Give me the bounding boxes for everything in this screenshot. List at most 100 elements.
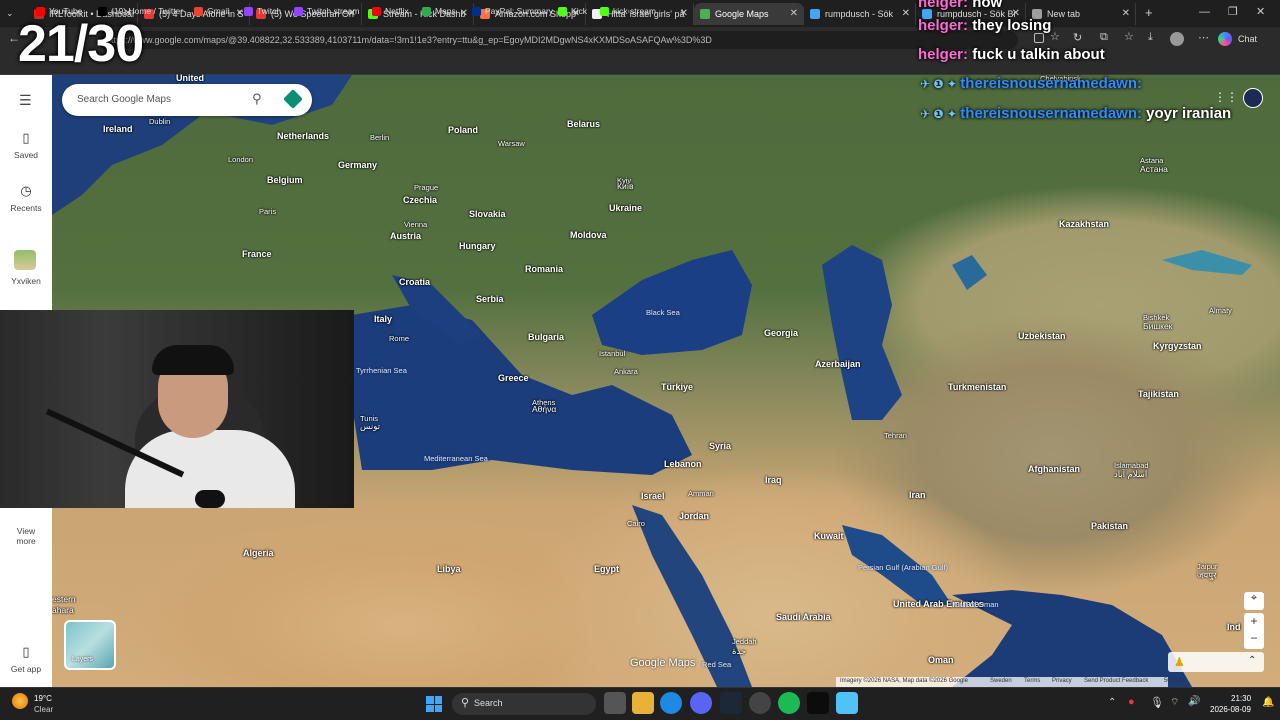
favorites-icon[interactable]: ☆ [1124, 30, 1134, 43]
windows-start-icon[interactable] [426, 696, 442, 712]
tab-list-icon[interactable]: ⌄ [6, 8, 14, 19]
map-footer-item[interactable]: Privacy [1052, 678, 1072, 684]
tab-close-icon[interactable]: ✕ [680, 8, 688, 19]
minimize-icon[interactable]: — [1199, 6, 1210, 18]
copilot-icon[interactable] [1218, 32, 1232, 46]
extensions-icon[interactable]: ⧉ [1100, 31, 1108, 44]
map-label-citie: Berlin [370, 133, 390, 142]
tab-close-icon[interactable]: ✕ [790, 8, 798, 19]
map-label-sea: Black Sea [646, 308, 680, 317]
obs-icon[interactable] [749, 692, 771, 714]
chat-label[interactable]: Chat [1238, 34, 1257, 44]
bookmark-label: Twitch [257, 6, 282, 16]
volume-icon[interactable]: 🔊 [1188, 696, 1200, 707]
tab-close-icon[interactable]: ✕ [460, 8, 468, 19]
map-label-sea: Mediterranean Sea [424, 454, 488, 463]
get-app-button[interactable]: ▯ Get app [0, 644, 52, 674]
tab-7[interactable]: rumpdusch - Sök ✕ [804, 3, 916, 25]
discord-icon[interactable] [690, 692, 712, 714]
zoom-out-button[interactable]: − [1244, 630, 1264, 647]
zoom-control[interactable]: + − [1244, 613, 1264, 649]
url-field[interactable]: https://www.google.com/maps/@39.408822,3… [98, 31, 1018, 49]
map-footer-item[interactable]: 500 km [1164, 678, 1184, 684]
tab-close-icon[interactable]: ✕ [1122, 8, 1130, 19]
yxviken-thumbnail[interactable] [14, 250, 36, 270]
refresh-icon[interactable]: ↻ [1073, 31, 1082, 44]
zoom-in-button[interactable]: + [1244, 613, 1264, 630]
new-tab-icon[interactable]: + [1145, 5, 1153, 20]
map-label-native: Αθήνα [532, 404, 557, 414]
steam-icon[interactable] [720, 692, 742, 714]
map-label-citie: Tehran [884, 431, 907, 440]
bookmark-5[interactable]: Netflix [372, 4, 409, 18]
bookmark-star-icon[interactable]: ☆ [1050, 30, 1060, 43]
profile-avatar[interactable] [1170, 32, 1184, 46]
map-label-countrie: Libya [437, 564, 461, 574]
notifications-icon[interactable]: 🔔 [1262, 697, 1274, 708]
map-label-native: اسلام آباد [1114, 469, 1148, 479]
bookmark-3[interactable]: Twitch [244, 4, 281, 18]
view-more-button[interactable]: View more [0, 526, 52, 546]
tray-app-icon[interactable]: ● [1128, 696, 1135, 708]
spotify-icon[interactable] [778, 692, 800, 714]
google-maps-logo: Google Maps [630, 657, 696, 669]
bookmark-4[interactable]: Twitch stream [294, 4, 359, 18]
task-view-icon[interactable] [604, 692, 626, 714]
my-location-icon[interactable]: ⌖ [1244, 592, 1264, 610]
map-label-countrie: Ireland [103, 124, 133, 134]
expand-icon[interactable]: ⌃ [1248, 655, 1256, 666]
map-footer-item[interactable]: Terms [1024, 678, 1040, 684]
map-label-countrie: France [242, 249, 272, 259]
bookmark-icon: ▯ [22, 130, 30, 145]
account-avatar[interactable] [1243, 88, 1263, 108]
edge-icon[interactable] [660, 692, 682, 714]
map-footer-item[interactable]: Sweden [990, 678, 1012, 684]
bookmark-label: Gmail [207, 6, 230, 16]
close-window-icon[interactable]: ✕ [1256, 5, 1265, 18]
weather-temp[interactable]: 19°C [34, 694, 52, 703]
bookmark-8[interactable]: Kick [558, 4, 587, 18]
map-label-sea: Red Sea [702, 660, 732, 669]
view-more-label-2: more [16, 536, 36, 546]
yxviken-label[interactable]: Yxviken [0, 276, 52, 286]
download-icon[interactable]: ⤓ [1148, 31, 1153, 44]
map-label-countrie: Saudi Arabia [776, 612, 831, 622]
search-icon[interactable]: ⚲ [252, 91, 262, 107]
maximize-icon[interactable]: ❐ [1228, 5, 1238, 18]
tab-title: rumpdusch - Sök [825, 9, 894, 19]
clock-time[interactable]: 21:30 [1231, 694, 1251, 703]
weather-icon[interactable] [12, 693, 28, 709]
map-label-countrie: Algeria [243, 548, 274, 558]
menu-icon[interactable]: ☰ [19, 92, 32, 109]
saved-button[interactable]: ▯ Saved [0, 130, 52, 160]
recents-button[interactable]: ◷ Recents [0, 183, 52, 213]
clock-date[interactable]: 2026-08-09 [1210, 705, 1251, 714]
webcam-overlay [0, 310, 354, 508]
bookmark-7[interactable]: PayPal: Summary [472, 4, 553, 18]
install-icon[interactable] [1034, 33, 1044, 43]
bookmark-label: kick stream [613, 6, 656, 16]
map-label-countrie: Slovakia [469, 209, 506, 219]
search-input[interactable]: Search Google Maps [77, 94, 171, 105]
weather-condition[interactable]: Clear [34, 705, 53, 714]
notepad-icon[interactable] [836, 692, 858, 714]
map-label-native: Астана [1140, 164, 1168, 174]
pegman-icon[interactable]: ♟ [1174, 655, 1185, 669]
tab-close-icon[interactable]: ✕ [902, 8, 910, 19]
apps-grid-icon[interactable]: ⋮⋮ [1214, 90, 1238, 104]
microphone-tray-icon[interactable]: 🎙 [1150, 696, 1164, 709]
map-label-countrie: Czechia [403, 195, 438, 205]
terminal-icon[interactable] [807, 692, 829, 714]
tray-expand-icon[interactable]: ⌃ [1108, 697, 1116, 708]
bookmark-6[interactable]: Maps [422, 4, 456, 18]
tab-6[interactable]: Google Maps ✕ [694, 3, 804, 25]
history-icon: ◷ [20, 183, 32, 198]
network-icon[interactable]: ⌔ [1170, 696, 1179, 709]
tab-title: New tab [1047, 9, 1081, 19]
more-menu-icon[interactable]: ⋯ [1198, 31, 1209, 44]
map-footer-item[interactable]: Send Product Feedback [1084, 678, 1148, 684]
bookmark-2[interactable]: Gmail [194, 4, 229, 18]
file-explorer-icon[interactable] [632, 692, 654, 714]
tab-close-icon[interactable]: ✕ [236, 8, 244, 19]
bookmark-9[interactable]: kick stream [600, 4, 656, 18]
